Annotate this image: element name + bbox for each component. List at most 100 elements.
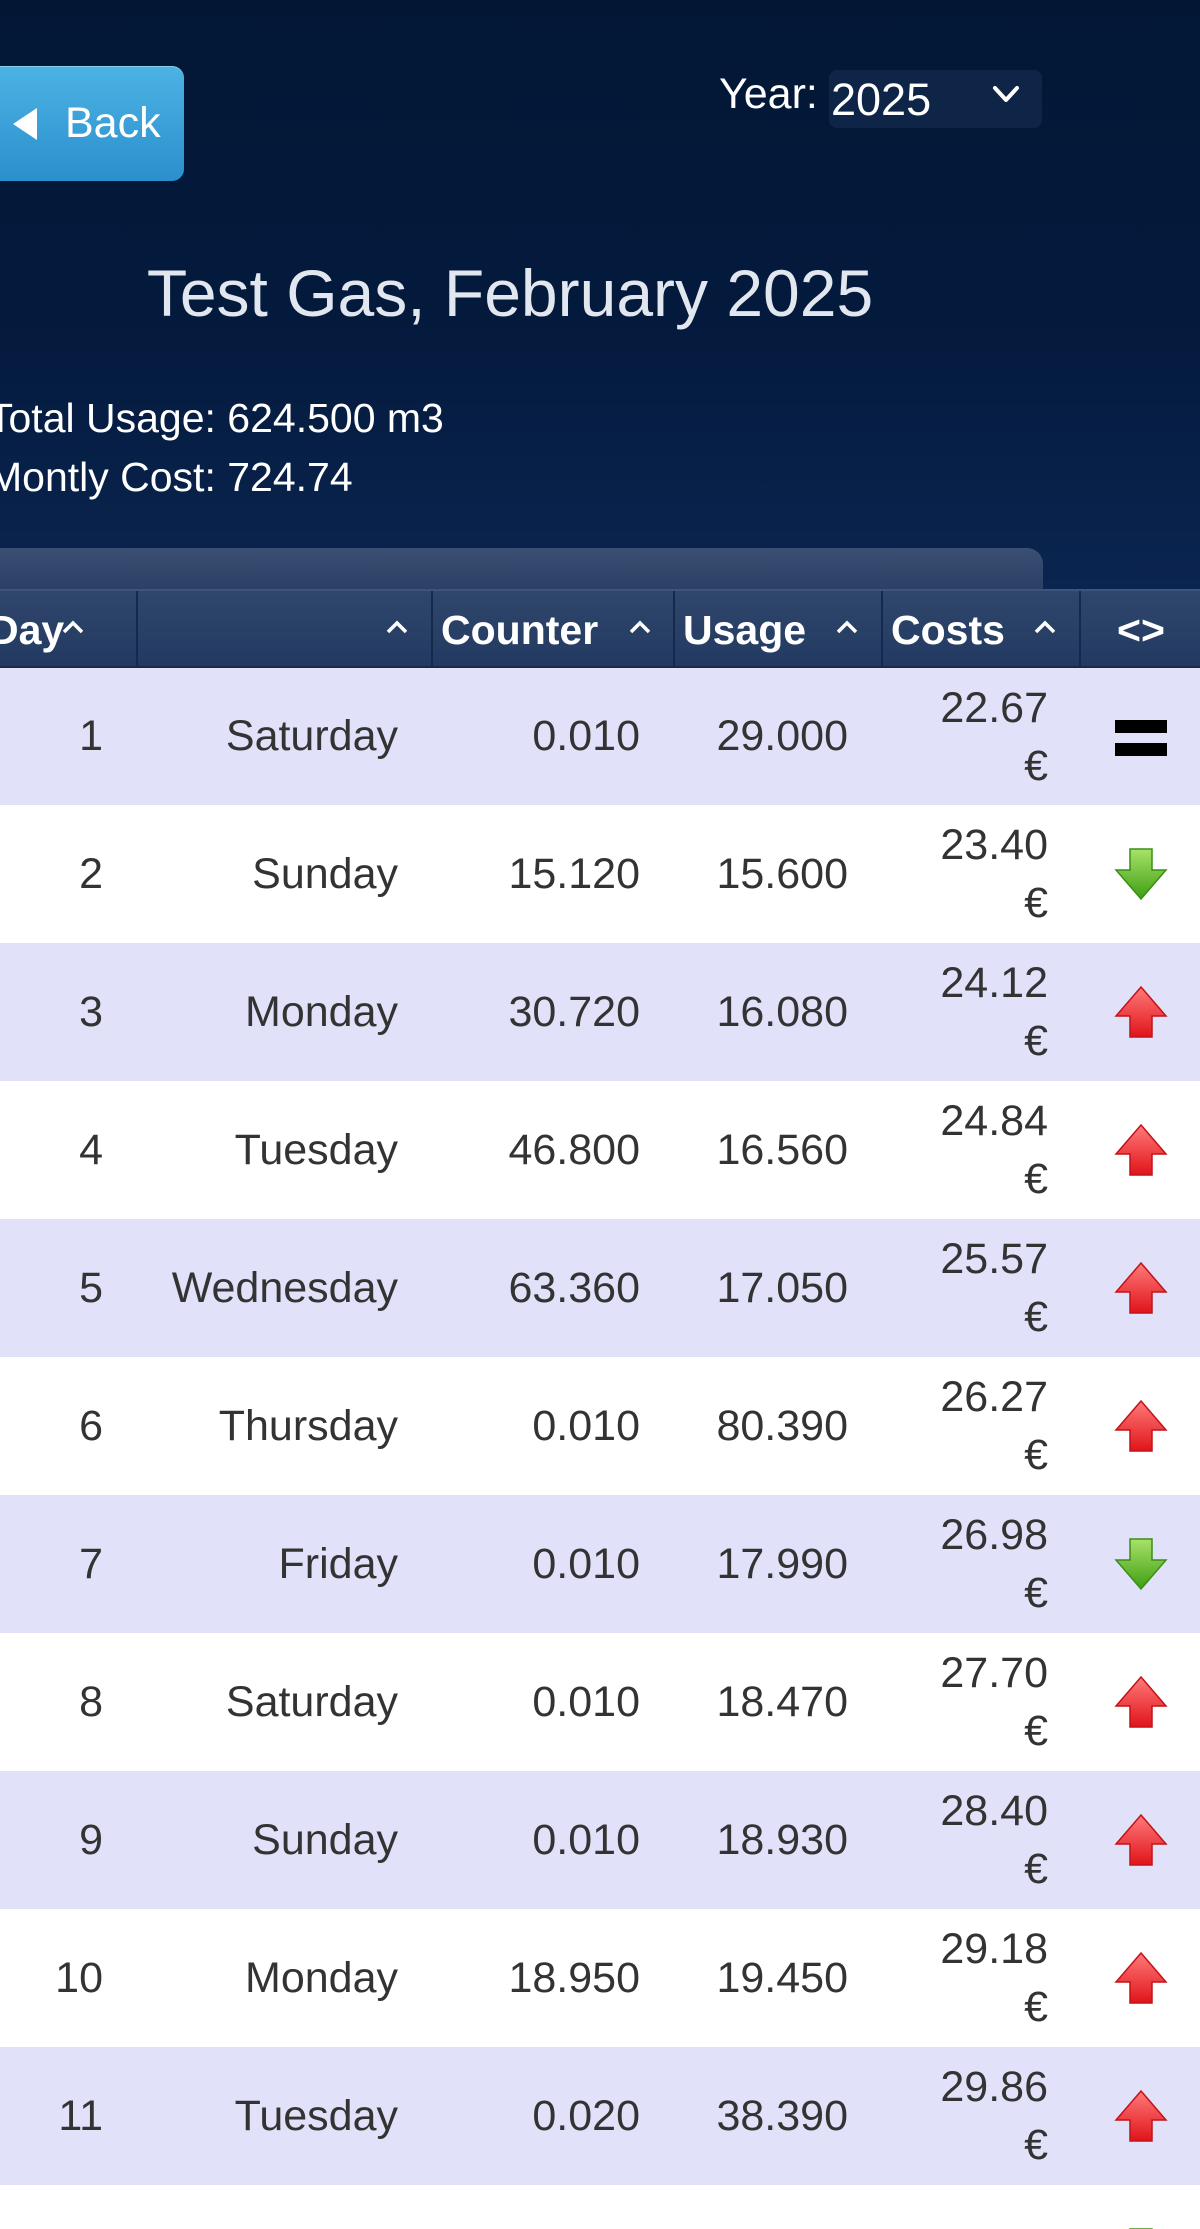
cost-cell: 24.84 €: [882, 1081, 1080, 1219]
trend-cell: [1080, 1909, 1200, 2047]
cost-value: 25.57: [940, 1235, 1048, 1283]
counter-cell: 0.010: [432, 1633, 674, 1771]
usage-cell: 29.000: [674, 667, 882, 805]
column-header-label: Costs: [891, 607, 1005, 653]
table-row: 8 Saturday 0.010 18.470 27.70 €: [0, 1633, 1200, 1771]
usage-cell: 17.990: [674, 1495, 882, 1633]
table-row: 7 Friday 0.010 17.990 26.98 €: [0, 1495, 1200, 1633]
arrow-up-icon: [1113, 1261, 1169, 1314]
column-header-usage[interactable]: Usage: [673, 589, 882, 668]
cost-value: 29.86: [940, 2063, 1048, 2111]
cost-value: 28.40: [940, 1787, 1048, 1835]
trend-cell: [1080, 667, 1200, 805]
usage-cell: 16.560: [674, 1081, 882, 1219]
arrow-down-icon: [1113, 847, 1169, 901]
column-header-weekday[interactable]: [136, 589, 432, 668]
day-cell: 9: [0, 1771, 137, 1909]
table-row: 30.58: [0, 2185, 1200, 2229]
column-header-costs[interactable]: Costs: [881, 589, 1080, 668]
year-label: Year:: [719, 70, 818, 118]
column-header-label: <>: [1117, 607, 1165, 653]
column-header-day[interactable]: Day: [0, 589, 137, 668]
counter-cell: 0.010: [432, 1495, 674, 1633]
cost-cell: 25.57 €: [882, 1219, 1080, 1357]
cost-value: 22.67: [940, 683, 1048, 732]
day-cell: 6: [0, 1357, 137, 1495]
trend-cell: [1080, 943, 1200, 1081]
weekday-cell: Friday: [137, 1495, 432, 1633]
column-header-compare[interactable]: <>: [1079, 589, 1200, 668]
usage-cell: 18.470: [674, 1633, 882, 1771]
weekday-cell: Monday: [137, 1909, 432, 2047]
column-header-counter[interactable]: Counter: [431, 589, 674, 668]
day-cell: 5: [0, 1219, 137, 1357]
currency-symbol: €: [1024, 741, 1048, 790]
table-row: 10 Monday 18.950 19.450 29.18 €: [0, 1909, 1200, 2047]
day-cell: 10: [0, 1909, 137, 2047]
table-row: 9 Sunday 0.010 18.930 28.40 €: [0, 1771, 1200, 1909]
equal-icon: [1113, 712, 1169, 760]
cost-value: 26.27: [940, 1373, 1048, 1421]
day-cell: 11: [0, 2047, 137, 2185]
counter-cell: 63.360: [432, 1219, 674, 1357]
arrow-up-icon: [1113, 1399, 1169, 1452]
weekday-cell: Thursday: [137, 1357, 432, 1495]
table-header-row: Day Counter Usage Costs <>: [0, 589, 1200, 668]
arrow-up-icon: [1113, 1675, 1169, 1728]
cost-cell: 26.27 €: [882, 1357, 1080, 1495]
counter-cell: 0.010: [432, 1357, 674, 1495]
trend-cell: [1080, 1633, 1200, 1771]
usage-table: Day Counter Usage Costs <> 1 Saturday 0.…: [0, 589, 1200, 2229]
weekday-cell: Sunday: [137, 1771, 432, 1909]
counter-cell: 15.120: [432, 805, 674, 943]
weekday-cell: Tuesday: [137, 2047, 432, 2185]
cost-value: 29.18: [940, 1925, 1048, 1973]
usage-cell: 80.390: [674, 1357, 882, 1495]
day-cell: 4: [0, 1081, 137, 1219]
cost-cell: 22.67 €: [882, 667, 1080, 805]
usage-cell: 16.080: [674, 943, 882, 1081]
arrow-down-icon: [1113, 1537, 1169, 1591]
column-header-label: Day: [0, 607, 65, 653]
table-caption-bar: [0, 548, 1043, 590]
cost-cell: 28.40 €: [882, 1771, 1080, 1909]
arrow-up-icon: [1113, 1951, 1169, 2004]
cost-value: 24.84: [940, 1097, 1048, 1145]
trend-cell: [1080, 1357, 1200, 1495]
page-title: Test Gas, February 2025: [146, 256, 874, 330]
currency-symbol: €: [1024, 1017, 1048, 1065]
sort-icon: [836, 620, 858, 634]
table-row: 5 Wednesday 63.360 17.050 25.57 €: [0, 1219, 1200, 1357]
cost-value: 24.12: [940, 959, 1048, 1007]
trend-cell: [1080, 1219, 1200, 1357]
counter-cell: 0.010: [432, 1771, 674, 1909]
trend-cell: [1080, 2047, 1200, 2185]
weekday-cell: Tuesday: [137, 1081, 432, 1219]
arrow-up-icon: [1113, 1123, 1169, 1176]
cost-cell: 26.98 €: [882, 1495, 1080, 1633]
table-row: 2 Sunday 15.120 15.600 23.40 €: [0, 805, 1200, 943]
cost-cell: 30.58: [882, 2185, 1080, 2229]
total-usage-text: Total Usage: 624.500 m3: [0, 395, 444, 441]
cost-cell: 24.12 €: [882, 943, 1080, 1081]
back-button[interactable]: Back: [0, 66, 184, 181]
trend-cell: [1080, 1495, 1200, 1633]
usage-cell: 18.930: [674, 1771, 882, 1909]
currency-symbol: €: [1024, 1845, 1048, 1893]
trend-cell: [1080, 805, 1200, 943]
column-header-label: Counter: [441, 607, 599, 653]
arrow-up-icon: [1113, 2089, 1169, 2142]
currency-symbol: €: [1024, 1569, 1048, 1617]
weekday-cell: Saturday: [137, 1633, 432, 1771]
currency-symbol: €: [1024, 1431, 1048, 1479]
monthly-cost-text: Montly Cost: 724.74: [0, 454, 353, 500]
sort-icon: [386, 620, 408, 634]
year-select[interactable]: 2025: [829, 70, 1042, 128]
counter-cell: 0.020: [432, 2047, 674, 2185]
arrow-up-icon: [1113, 1813, 1169, 1866]
usage-cell: 19.450: [674, 1909, 882, 2047]
table-row: 4 Tuesday 46.800 16.560 24.84 €: [0, 1081, 1200, 1219]
sort-icon: [629, 620, 651, 634]
table-row: 11 Tuesday 0.020 38.390 29.86 €: [0, 2047, 1200, 2185]
counter-cell: [432, 2185, 674, 2229]
